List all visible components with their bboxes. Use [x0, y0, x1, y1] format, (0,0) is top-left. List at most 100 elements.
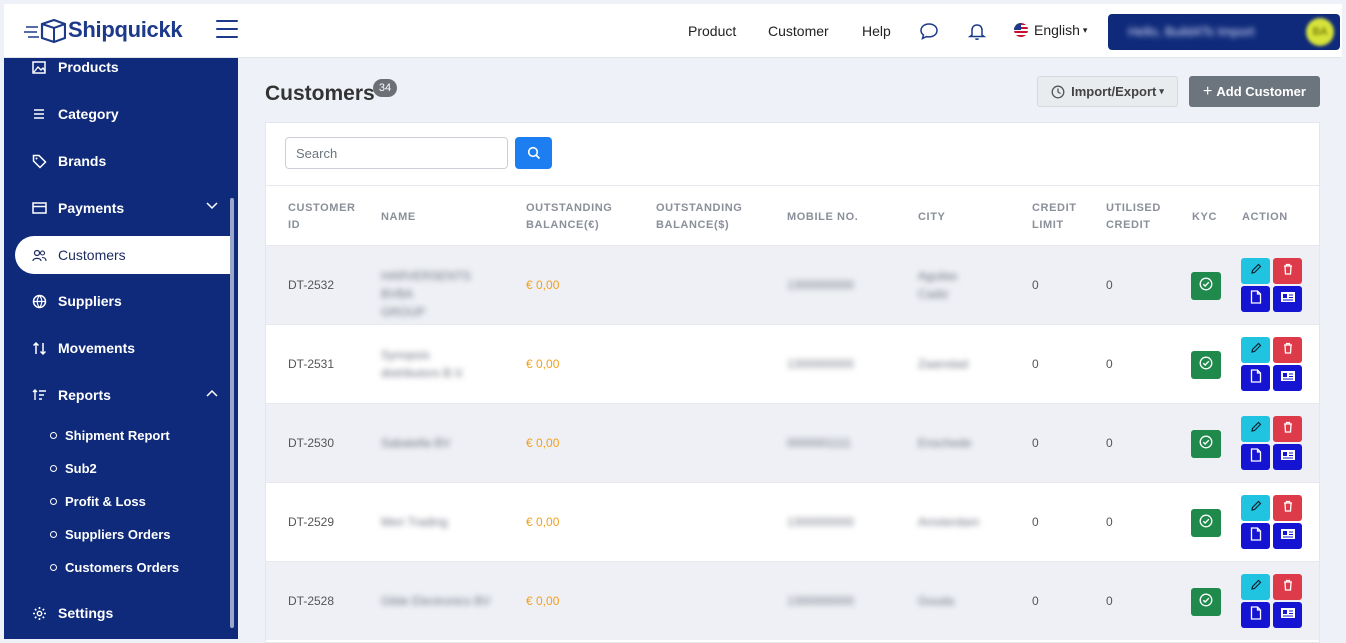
sidebar-item-category[interactable]: Category — [4, 95, 230, 133]
utilised-credit: 0 — [1106, 436, 1113, 450]
edit-button[interactable] — [1241, 416, 1270, 442]
id-card-button[interactable] — [1273, 444, 1302, 470]
search-icon — [527, 146, 540, 160]
edit-button[interactable] — [1241, 495, 1270, 521]
sidebar-subitem-profit-loss[interactable]: Profit & Loss — [50, 494, 146, 509]
id-card-icon — [1280, 527, 1296, 545]
pencil-icon — [1250, 578, 1262, 596]
col-customer-id[interactable]: CUSTOMER ID — [288, 200, 356, 234]
logo[interactable]: Shipquickk — [24, 16, 183, 44]
sidebar-item-suppliers[interactable]: Suppliers — [4, 282, 230, 320]
sidebar-subitem-shipment-report[interactable]: Shipment Report — [50, 428, 170, 443]
sidebar-item-payments[interactable]: Payments — [4, 189, 230, 227]
document-icon — [1250, 605, 1262, 625]
menu-toggle-icon[interactable] — [216, 20, 238, 40]
document-button[interactable] — [1241, 365, 1270, 391]
check-circle-icon — [1199, 593, 1213, 612]
sidebar-item-settings[interactable]: Settings — [4, 594, 230, 632]
edit-button[interactable] — [1241, 337, 1270, 363]
search-button[interactable] — [515, 137, 552, 169]
credit-limit: 0 — [1032, 278, 1039, 292]
sidebar-item-brands[interactable]: Brands — [4, 142, 230, 180]
col-kyc: KYC — [1192, 211, 1218, 223]
id-card-icon — [1280, 290, 1296, 308]
kyc-verified-button[interactable] — [1191, 351, 1221, 379]
top-header: Shipquickk Product Customer Help English… — [4, 4, 1342, 58]
pencil-icon — [1250, 262, 1262, 280]
document-button[interactable] — [1241, 286, 1270, 312]
customers-table-card: CUSTOMER ID NAME OUTSTANDING BALANCE(€) … — [265, 122, 1320, 643]
id-card-button[interactable] — [1273, 523, 1302, 549]
nav-product[interactable]: Product — [688, 23, 736, 39]
sidebar-item-movements[interactable]: Movements — [4, 329, 230, 367]
trash-icon — [1282, 499, 1294, 517]
edit-button[interactable] — [1241, 574, 1270, 600]
mobile-number: 0000001111 — [787, 436, 852, 450]
document-button[interactable] — [1241, 602, 1270, 628]
user-menu[interactable]: Hello, Build4Ts Import BA — [1108, 14, 1340, 50]
sidebar-subitem-suppliers-orders[interactable]: Suppliers Orders — [50, 527, 170, 542]
city: Amsterdam — [918, 515, 980, 529]
id-card-button[interactable] — [1273, 286, 1302, 312]
customer-name: Sabatella BV — [381, 436, 451, 450]
sidebar-item-reports[interactable]: Reports — [4, 376, 230, 414]
us-flag-icon — [1014, 23, 1028, 37]
delete-button[interactable] — [1273, 258, 1302, 284]
col-mobile[interactable]: MOBILE NO. — [787, 209, 858, 226]
col-utilised-credit[interactable]: UTILISED CREDIT — [1106, 200, 1161, 234]
search-input[interactable] — [285, 137, 508, 169]
customer-name: Gilde Electronics BV — [381, 594, 491, 608]
sidebar-subitem-customers-orders[interactable]: Customers Orders — [50, 560, 179, 575]
trash-icon — [1282, 420, 1294, 438]
kyc-verified-button[interactable] — [1191, 588, 1221, 616]
document-button[interactable] — [1241, 444, 1270, 470]
delete-button[interactable] — [1273, 416, 1302, 442]
chevron-up-icon — [206, 389, 218, 397]
kyc-verified-button[interactable] — [1191, 272, 1221, 300]
table-row: DT-2528 Gilde Electronics BV € 0,00 1300000… — [266, 561, 1319, 640]
col-name[interactable]: NAME — [381, 209, 416, 226]
utilised-credit: 0 — [1106, 515, 1113, 529]
avatar: BA — [1306, 18, 1334, 46]
delete-button[interactable] — [1273, 337, 1302, 363]
sidebar-item-products[interactable]: Products — [4, 58, 230, 86]
col-credit-limit[interactable]: CREDIT LIMIT — [1032, 200, 1077, 234]
id-card-button[interactable] — [1273, 365, 1302, 391]
check-circle-icon — [1199, 435, 1213, 454]
import-export-button[interactable]: Import/Export ▾ — [1037, 76, 1178, 107]
sidebar-item-label: Category — [58, 106, 119, 122]
document-icon — [1250, 368, 1262, 388]
col-balance-usd[interactable]: OUTSTANDING BALANCE($) — [656, 200, 742, 234]
sidebar-item-label: Payments — [58, 200, 125, 216]
nav-customer[interactable]: Customer — [768, 23, 829, 39]
sidebar-scroll-thumb[interactable] — [230, 198, 234, 628]
bell-icon[interactable] — [967, 21, 987, 41]
table-row: DT-2530 Sabatella BV € 0,00 0000001111 Ensch… — [266, 403, 1319, 482]
col-city[interactable]: CITY — [918, 209, 945, 226]
plus-icon: + — [1203, 82, 1213, 100]
id-card-button[interactable] — [1273, 602, 1302, 628]
customer-name: HARVERSENTS BVBA GROUP — [381, 269, 471, 319]
balance-eur: € 0,00 — [526, 278, 560, 292]
add-customer-label: Add Customer — [1216, 84, 1306, 99]
chat-icon[interactable] — [919, 21, 939, 41]
check-circle-icon — [1199, 277, 1213, 296]
edit-button[interactable] — [1241, 258, 1270, 284]
add-customer-button[interactable]: + Add Customer — [1189, 76, 1320, 107]
sidebar-item-customers[interactable]: Customers — [15, 236, 230, 274]
sidebar-subitem-sub2[interactable]: Sub2 — [50, 461, 97, 476]
kyc-verified-button[interactable] — [1191, 509, 1221, 537]
sidebar-item-label: Products — [58, 59, 119, 75]
delete-button[interactable] — [1273, 495, 1302, 521]
chevron-down-icon — [206, 202, 218, 210]
city: Aguilas Cadiz — [918, 269, 958, 301]
col-balance-eur[interactable]: OUTSTANDING BALANCE(€) — [526, 200, 612, 234]
globe-icon — [30, 292, 48, 310]
document-button[interactable] — [1241, 523, 1270, 549]
delete-button[interactable] — [1273, 574, 1302, 600]
language-selector[interactable]: English ▾ — [1014, 22, 1087, 38]
import-export-label: Import/Export — [1071, 84, 1157, 99]
sidebar-item-label: Reports — [58, 387, 111, 403]
nav-help[interactable]: Help — [862, 23, 891, 39]
kyc-verified-button[interactable] — [1191, 430, 1221, 458]
